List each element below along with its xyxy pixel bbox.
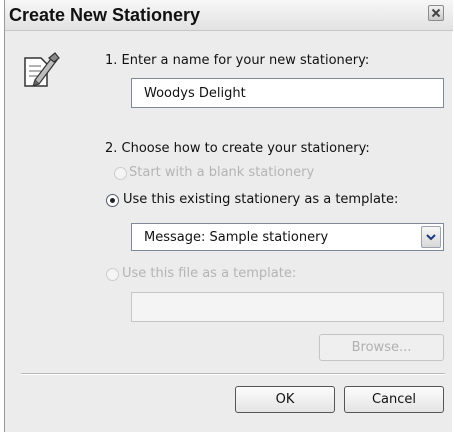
stationery-name-input[interactable]: Woodys Delight	[131, 78, 444, 108]
ok-button[interactable]: OK	[235, 386, 335, 413]
existing-stationery-selected: Message: Sample stationery	[144, 230, 329, 245]
title-bar[interactable]: Create New Stationery	[5, 0, 453, 31]
radio-blank-stationery[interactable]	[114, 167, 127, 180]
radio-file-label: Use this file as a template:	[122, 266, 297, 281]
name-label: 1. Enter a name for your new stationery:	[105, 53, 370, 68]
stationery-icon	[21, 50, 61, 90]
dropdown-button[interactable]	[421, 226, 441, 248]
cancel-button[interactable]: Cancel	[344, 386, 444, 413]
browse-button[interactable]: Browse...	[319, 334, 444, 361]
radio-blank-label: Start with a blank stationery	[129, 165, 315, 180]
radio-selected-dot	[110, 198, 115, 203]
create-method-label: 2. Choose how to create your stationery:	[105, 141, 370, 156]
close-button[interactable]	[428, 5, 444, 21]
separator	[21, 373, 445, 375]
close-icon	[429, 6, 443, 20]
template-file-input[interactable]	[131, 292, 444, 322]
radio-existing-template[interactable]	[106, 194, 119, 207]
chevron-down-icon	[422, 234, 440, 251]
radio-file-template[interactable]	[106, 268, 119, 281]
radio-existing-label: Use this existing stationery as a templa…	[123, 192, 399, 207]
existing-stationery-select[interactable]: Message: Sample stationery	[131, 223, 444, 251]
dialog-title: Create New Stationery	[9, 5, 201, 25]
stationery-name-value: Woodys Delight	[144, 86, 246, 101]
create-new-stationery-dialog: Create New Stationery 1. Enter a name fo…	[4, 0, 453, 432]
